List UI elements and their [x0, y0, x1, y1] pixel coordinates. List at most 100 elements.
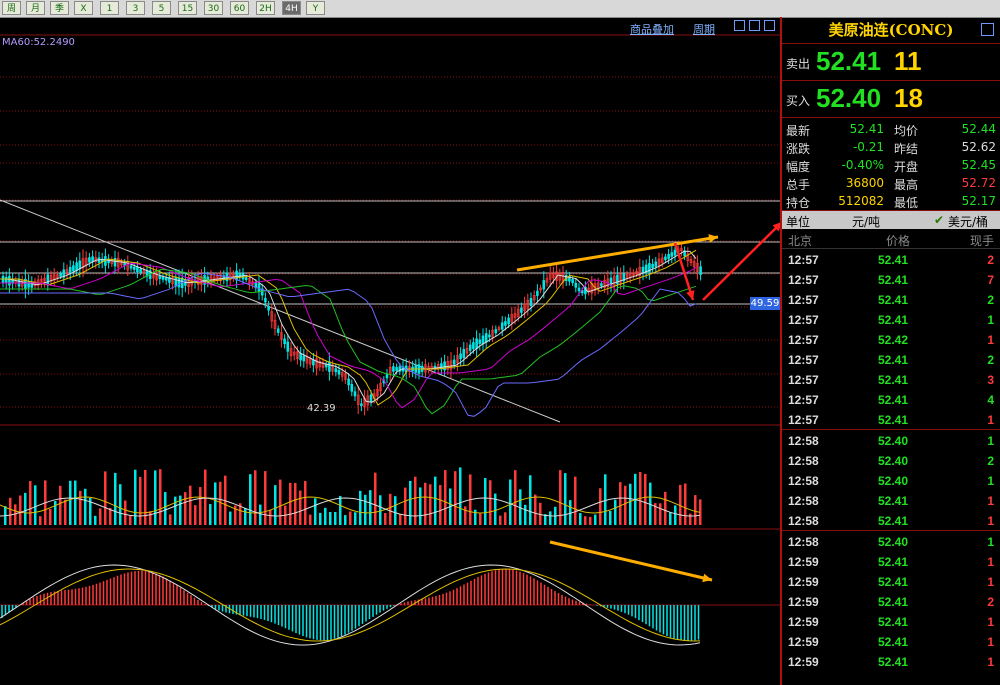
tick-row: 12:59 52.41 1 [782, 611, 1000, 631]
tick-time: 12:58 [788, 514, 819, 528]
period-30-button[interactable]: 30 [204, 1, 223, 15]
tick-time: 12:59 [788, 655, 819, 669]
stats-table: 最新 52.41 均价 52.44 涨跌 -0.21 昨结 52.62 幅度 -0.40% 开盘 52… [782, 118, 1000, 211]
period-link[interactable]: 周期 [693, 21, 715, 37]
stat-value: 52.62 [961, 140, 996, 154]
stat-label: 涨跌 [786, 142, 811, 156]
tick-volume: 1 [987, 434, 994, 448]
period-month-button[interactable]: 月 [26, 1, 45, 15]
candle-body [241, 273, 245, 280]
volume-bar [159, 469, 162, 525]
period-quarter-button[interactable]: 季 [50, 1, 69, 15]
tick-time: 12:58 [788, 434, 819, 448]
tick-row: 12:58 52.40 2 [782, 450, 1000, 470]
volume-bar [344, 515, 347, 525]
volume-bar [299, 490, 302, 525]
candle-body [699, 266, 702, 275]
unit-label: 单位 [786, 215, 811, 229]
period-60-button[interactable]: 60 [230, 1, 249, 15]
volume-bar [134, 469, 137, 525]
volume-bar [444, 470, 447, 525]
volume-bar [164, 492, 167, 525]
tick-time: 12:57 [788, 293, 819, 307]
period-x-button[interactable]: X [74, 1, 93, 15]
period-year-button[interactable]: Y [306, 1, 325, 15]
candle-body [673, 249, 677, 256]
minimize-icon[interactable] [734, 20, 745, 31]
volume-bar [369, 490, 372, 525]
tick-row: 12:59 52.41 2 [782, 591, 1000, 611]
stat-row: 最新 52.41 均价 52.44 [782, 120, 1000, 138]
volume-bar [259, 504, 262, 525]
volume-bar [694, 495, 697, 525]
volume-bar [689, 513, 692, 525]
candle-body [520, 307, 523, 313]
volume-bar [19, 495, 22, 525]
drop-arrow-head [686, 290, 695, 300]
tick-volume: 2 [987, 253, 994, 267]
candle-body [478, 339, 482, 344]
tick-header-volume: 现手 [969, 234, 994, 248]
chart-area[interactable]: MA60:52.2490 商品叠加 周期 49.59 42.39 [0, 17, 780, 685]
unit-bar: 单位 元/吨 ✔ 美元/桶 [782, 211, 1000, 229]
volume-bar [184, 492, 187, 525]
period-5-button[interactable]: 5 [152, 1, 171, 15]
volume-bar [99, 508, 102, 525]
volume-bar [124, 500, 127, 525]
tick-price: 52.41 [877, 373, 908, 387]
candle-body [324, 364, 328, 368]
volume-bar [684, 483, 687, 525]
candle-body [571, 279, 574, 284]
tick-time: 12:58 [788, 474, 819, 488]
candle-body [286, 341, 290, 352]
volume-bar [189, 485, 192, 525]
volume-bar [439, 485, 442, 525]
volume-bar [279, 479, 282, 525]
volume-bar [559, 470, 562, 525]
candle-body [475, 338, 478, 349]
volume-bar [354, 512, 357, 525]
tick-row: 12:59 52.41 1 [782, 571, 1000, 591]
candle-body [8, 275, 11, 286]
volume-bar [419, 487, 422, 525]
candle-body [369, 394, 373, 403]
volume-bar [219, 481, 222, 525]
volume-bar [514, 470, 517, 525]
period-2h-button[interactable]: 2H [256, 1, 275, 15]
tick-volume: 7 [987, 273, 994, 287]
volume-bar [659, 503, 662, 525]
tick-list[interactable]: 12:57 52.41 2 12:57 52.41 7 12:57 52.41 2 12:57 52… [782, 249, 1000, 671]
stat-value: -0.21 [852, 140, 884, 154]
volume-bar [174, 496, 177, 525]
tick-row: 12:57 52.41 2 [782, 349, 1000, 369]
maximize-icon[interactable] [764, 20, 775, 31]
stat-value: 52.41 [849, 122, 884, 136]
restore-icon[interactable] [749, 20, 760, 31]
overlay-commodity-link[interactable]: 商品叠加 [630, 21, 674, 37]
period-15-button[interactable]: 15 [178, 1, 197, 15]
candle-body [244, 277, 248, 281]
tick-time: 12:57 [788, 273, 819, 287]
sell-quote-row: 卖出 52.41 11 [782, 44, 1000, 81]
candle-body [468, 344, 472, 351]
candle-body [132, 266, 136, 270]
period-3-button[interactable]: 3 [126, 1, 145, 15]
unit-usd-option[interactable]: 美元/桶 [948, 213, 988, 230]
tick-price: 52.40 [877, 535, 908, 549]
volume-bar [509, 479, 512, 525]
volume-bar [394, 496, 397, 525]
period-week-button[interactable]: 周 [2, 1, 21, 15]
volume-bar [374, 472, 377, 525]
volume-bar [434, 476, 437, 525]
instrument-name: 美原油连(CONC) [828, 21, 954, 39]
candle-body [283, 338, 286, 345]
chart-canvas[interactable] [0, 17, 780, 685]
tick-time: 12:59 [788, 615, 819, 629]
candle-body [577, 287, 581, 292]
unit-cny-option[interactable]: 元/吨 [852, 213, 880, 230]
panel-close-icon[interactable] [981, 23, 994, 36]
period-1-button[interactable]: 1 [100, 1, 119, 15]
period-4h-button[interactable]: 4H [282, 1, 301, 15]
candle-body [174, 276, 178, 287]
volume-bar [494, 493, 497, 525]
